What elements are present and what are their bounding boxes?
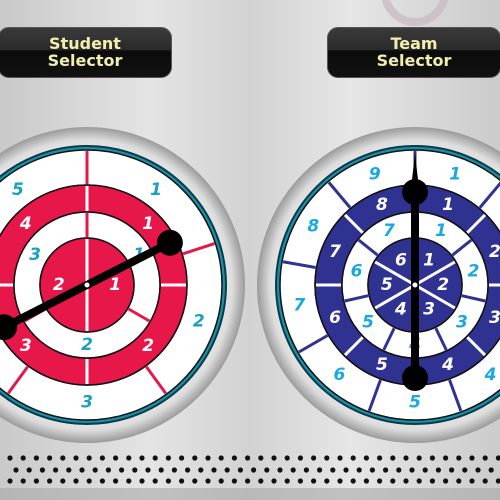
segment-number: 1	[150, 180, 162, 200]
student-selector-dial[interactable]: 12345123412312	[0, 127, 245, 443]
segment-number: 3	[29, 245, 41, 265]
segment-number: 4	[19, 214, 32, 234]
segment-number: 2	[193, 311, 205, 331]
student-selector-label-line1: Student	[49, 34, 121, 53]
segment-number: 3	[423, 299, 435, 319]
segment-number: 2	[437, 275, 449, 295]
segment-number: 5	[409, 393, 421, 413]
segment-number: 2	[142, 336, 154, 356]
student-selector-label-line2: Selector	[47, 51, 123, 70]
segment-number: 5	[381, 275, 393, 295]
speaker-grille	[0, 455, 500, 500]
segment-number: 6	[329, 308, 341, 328]
team-selector-label-line2: Selector	[376, 51, 452, 70]
segment-number: 2	[53, 275, 65, 295]
segment-number: 6	[395, 251, 407, 271]
segment-number: 9	[369, 165, 381, 185]
segment-number: 1	[435, 221, 447, 241]
hand-pivot	[411, 281, 419, 289]
segment-number: 2	[81, 335, 93, 355]
segment-number: 1	[142, 214, 154, 234]
segment-number: 7	[293, 295, 305, 315]
segment-number: 4	[484, 365, 497, 385]
segment-number: 5	[362, 312, 374, 332]
segment-number: 3	[20, 336, 32, 356]
hand-knob	[402, 179, 428, 205]
segment-number: 7	[383, 221, 395, 241]
student-selector-button[interactable]: Student Selector	[0, 27, 172, 78]
segment-number: 6	[351, 262, 363, 282]
segment-number: 1	[423, 251, 435, 271]
team-selector-dial[interactable]: 123456789123456781234567123456	[257, 127, 500, 443]
top-ring-decoration	[381, 0, 449, 26]
segment-number: 7	[329, 242, 341, 262]
hand-pivot	[83, 281, 91, 289]
segment-number: 8	[376, 195, 388, 215]
segment-number: 4	[394, 299, 407, 319]
hand-knob	[402, 365, 428, 391]
segment-number: 3	[456, 312, 468, 332]
segment-number: 2	[489, 242, 500, 262]
segment-number: 2	[468, 262, 480, 282]
segment-number: 6	[334, 365, 346, 385]
hand-knob	[156, 229, 183, 256]
team-selector-button[interactable]: Team Selector	[327, 27, 500, 78]
segment-number: 8	[307, 216, 319, 236]
segment-number: 5	[12, 180, 24, 200]
segment-number: 1	[442, 195, 454, 215]
segment-number: 5	[376, 355, 388, 375]
segment-number: 1	[449, 165, 461, 185]
segment-number: 4	[441, 355, 454, 375]
segment-number: 3	[81, 393, 93, 413]
segment-number: 1	[109, 275, 121, 295]
team-selector-label-line1: Team	[390, 34, 438, 53]
segment-number: 3	[489, 308, 500, 328]
